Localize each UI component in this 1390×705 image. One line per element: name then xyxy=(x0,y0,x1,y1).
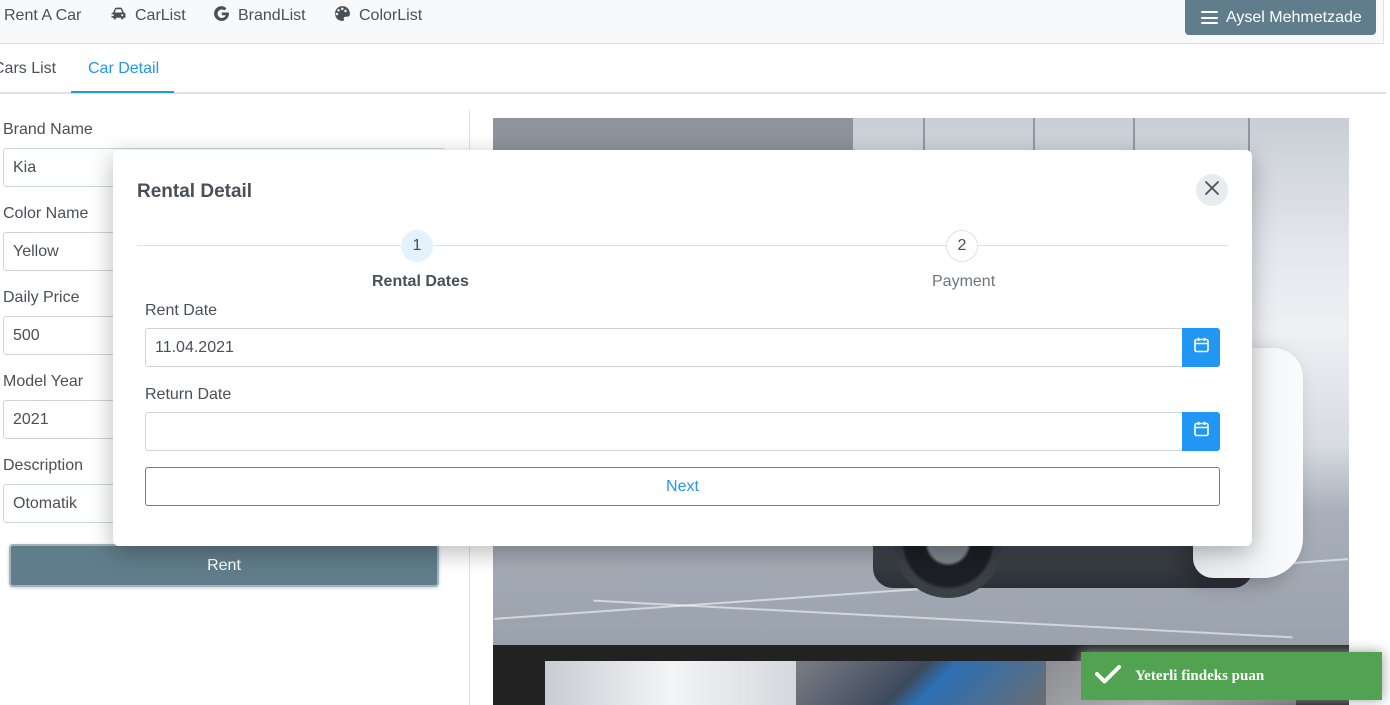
checkmark-icon xyxy=(1095,664,1121,689)
tab-car-detail[interactable]: Car Detail xyxy=(88,60,159,78)
user-name: Aysel Mehmetzade xyxy=(1226,8,1362,26)
nav-link-colorlist[interactable]: ColorList xyxy=(334,6,422,26)
rent-date-calendar-button[interactable] xyxy=(1182,328,1220,367)
tab-cars-list[interactable]: Cars List xyxy=(0,60,56,78)
step-2-circle[interactable]: 2 xyxy=(946,230,978,262)
return-date-calendar-button[interactable] xyxy=(1182,412,1220,451)
color-name-label: Color Name xyxy=(3,205,89,222)
rental-detail-modal: Rental Detail 1 Rental Dates 2 Payment R… xyxy=(113,150,1252,546)
top-navbar: Rent A Car CarList BrandList ColorList A… xyxy=(0,0,1384,44)
brand-g-icon xyxy=(213,5,230,27)
tab-bar: Cars List Car Detail xyxy=(0,44,1386,94)
next-button[interactable]: Next xyxy=(145,467,1220,506)
close-icon xyxy=(1205,180,1219,200)
daily-price-label: Daily Price xyxy=(3,289,80,306)
rent-date-label: Rent Date xyxy=(145,302,218,319)
stepper-line xyxy=(137,245,1228,246)
car-icon xyxy=(110,5,127,27)
step-2-label: Payment xyxy=(932,273,996,290)
floor-line-decoration xyxy=(593,599,1293,639)
step-1-label: Rental Dates xyxy=(372,273,469,290)
modal-title: Rental Detail xyxy=(137,181,253,202)
active-tab-indicator xyxy=(71,91,174,93)
garage-door-decoration xyxy=(493,118,853,152)
user-menu-button[interactable]: Aysel Mehmetzade xyxy=(1185,0,1376,35)
calendar-icon xyxy=(1193,421,1209,442)
thumbnail-1[interactable] xyxy=(545,661,796,705)
model-year-label: Model Year xyxy=(3,373,84,390)
nav-link-brandlist[interactable]: BrandList xyxy=(213,6,306,26)
success-toast[interactable]: Yeterli findeks puan xyxy=(1081,652,1382,700)
calendar-icon xyxy=(1193,337,1209,358)
thumbnail-2[interactable] xyxy=(796,661,1046,705)
nav-link-label: ColorList xyxy=(359,7,423,24)
nav-link-label: CarList xyxy=(135,7,186,24)
rent-button[interactable]: Rent xyxy=(9,544,439,587)
nav-link-carlist[interactable]: CarList xyxy=(110,6,186,26)
brand-label: Rent A Car xyxy=(4,7,82,24)
brand-link[interactable]: Rent A Car xyxy=(4,6,81,26)
rent-date-field[interactable]: 11.04.2021 xyxy=(145,328,1182,367)
return-date-label: Return Date xyxy=(145,386,232,403)
toast-message: Yeterli findeks puan xyxy=(1135,667,1265,684)
description-label: Description xyxy=(3,457,84,474)
palette-icon xyxy=(334,5,351,27)
brand-name-label: Brand Name xyxy=(3,121,93,138)
nav-link-label: BrandList xyxy=(238,7,306,24)
return-date-field[interactable] xyxy=(145,412,1182,451)
close-button[interactable] xyxy=(1196,174,1228,206)
hamburger-icon xyxy=(1201,11,1218,24)
step-1-circle[interactable]: 1 xyxy=(401,230,433,262)
